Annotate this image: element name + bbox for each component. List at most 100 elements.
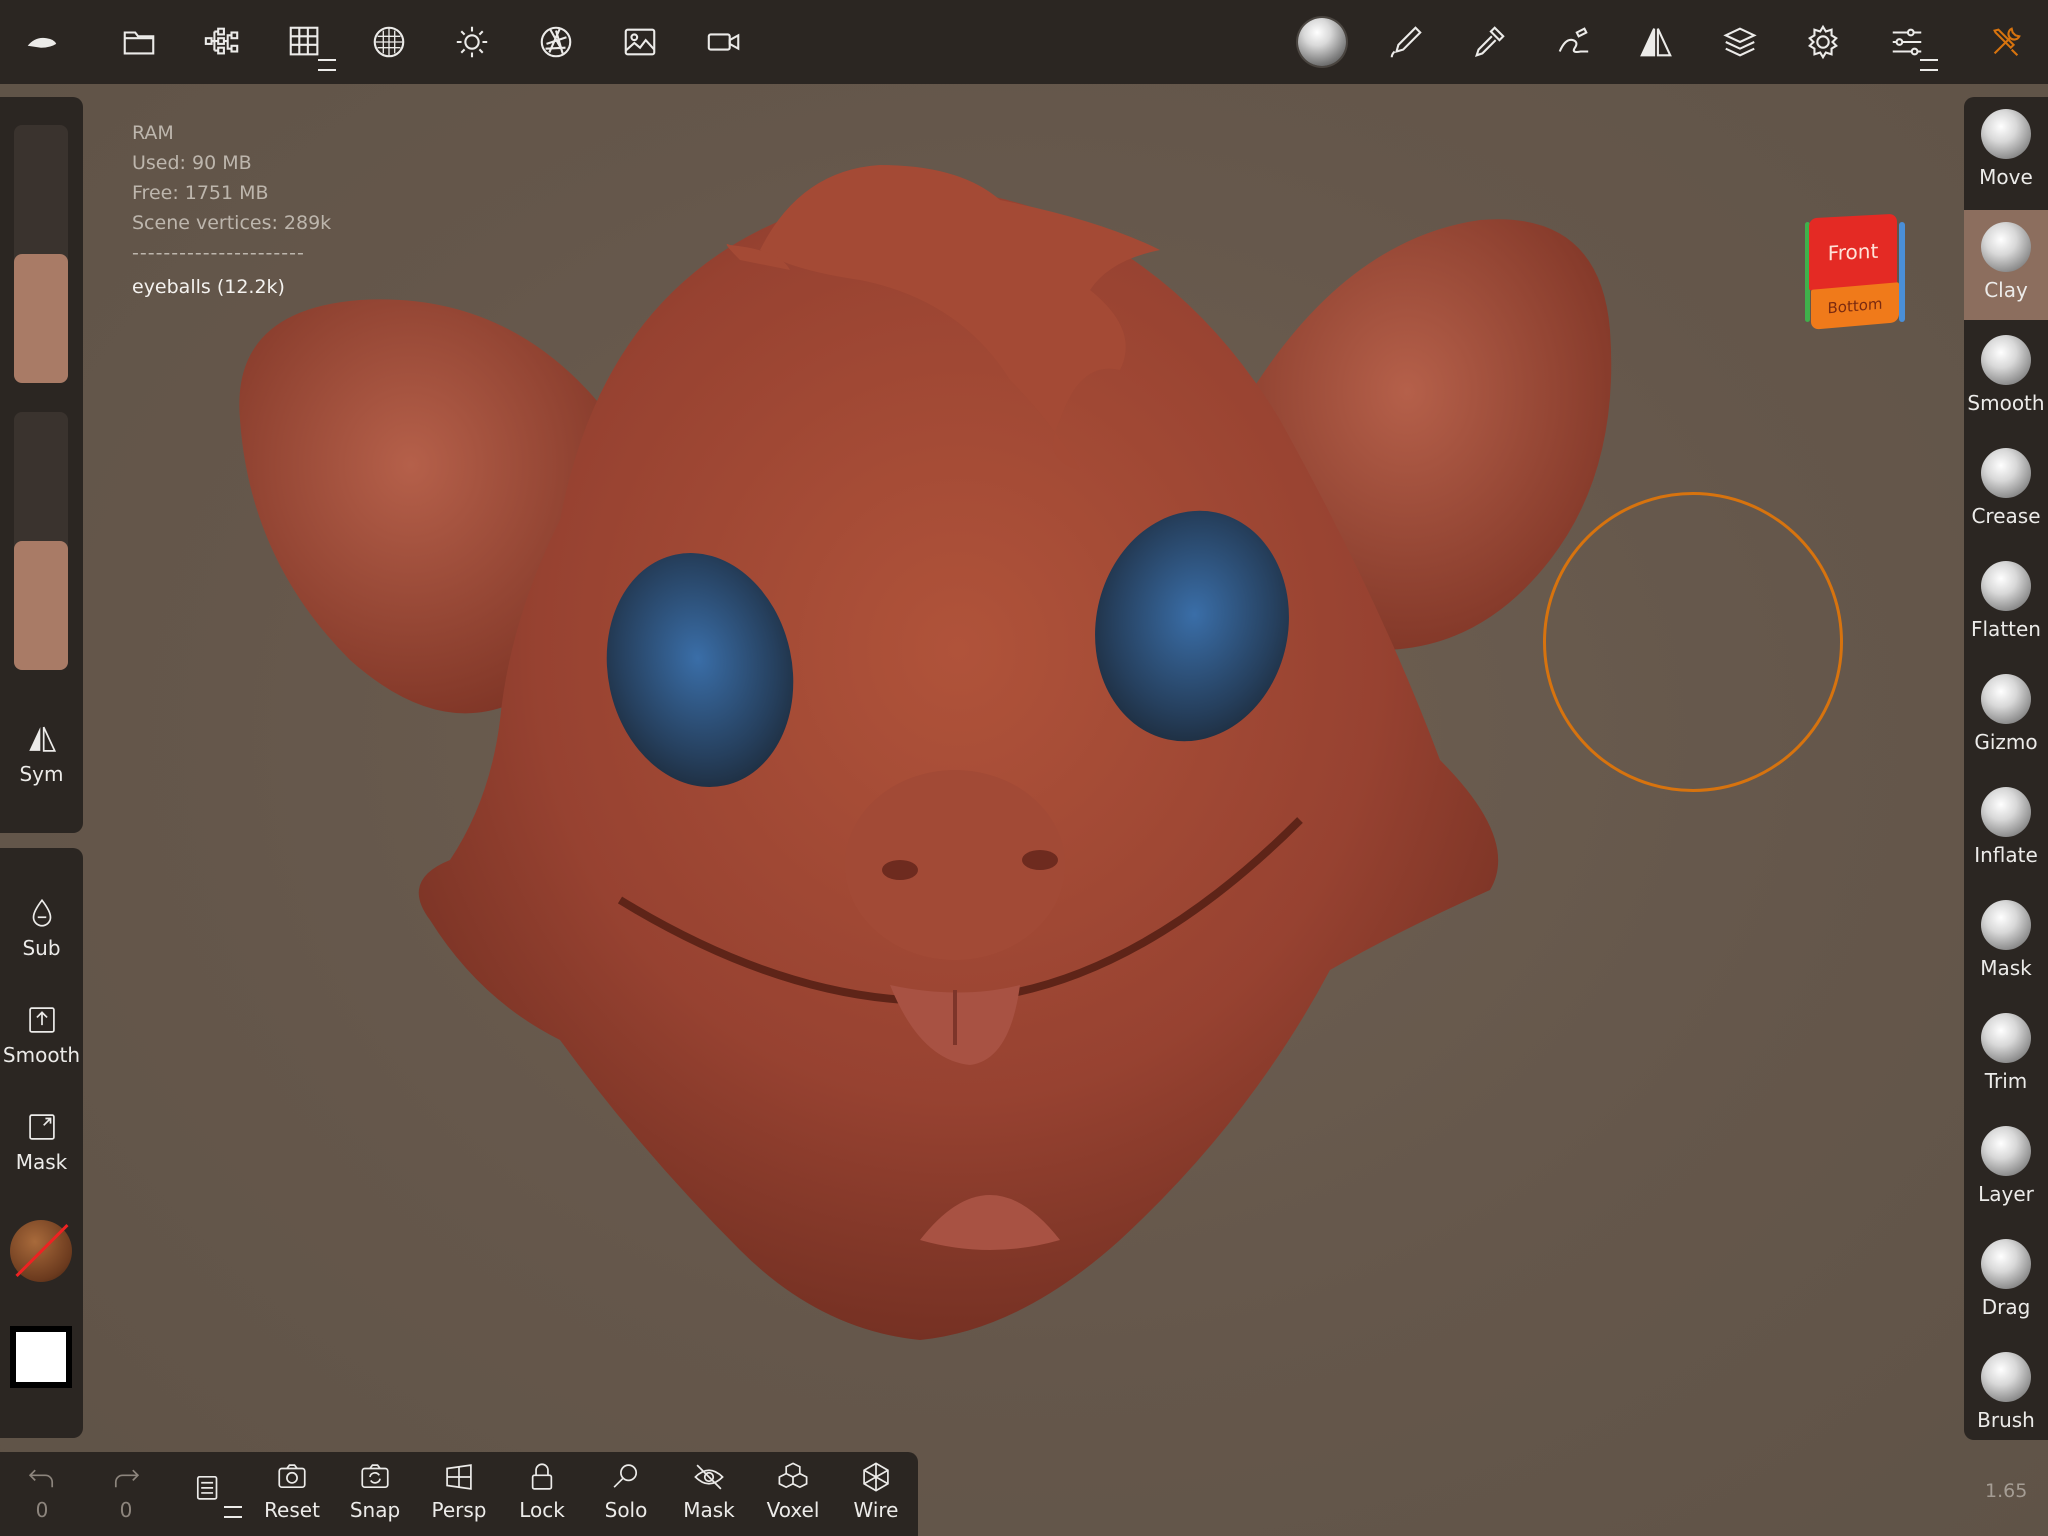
- ram-label: RAM: [132, 122, 174, 144]
- material-color-swatch[interactable]: [10, 1220, 72, 1282]
- sliders-icon[interactable]: [1882, 17, 1938, 71]
- mask-label: Mask: [15, 1150, 68, 1174]
- top-toolbar: [0, 0, 2048, 84]
- symmetry-label: Sym: [19, 762, 64, 786]
- persp-label: Persp: [431, 1498, 487, 1522]
- voxel-label: Voxel: [766, 1498, 820, 1522]
- redo-button[interactable]: 0: [86, 1460, 166, 1522]
- sub-button[interactable]: Sub: [0, 896, 83, 960]
- notes-button[interactable]: [168, 1470, 248, 1518]
- scene-info: RAM Used: 90 MB Free: 1751 MB Scene vert…: [132, 118, 331, 302]
- lock-label: Lock: [519, 1498, 565, 1522]
- matcap-icon[interactable]: [364, 17, 414, 67]
- tool-label: Clay: [1984, 278, 2028, 302]
- trim-tool-icon: [1981, 1013, 2031, 1063]
- folder-icon[interactable]: [114, 17, 164, 67]
- paint-icon[interactable]: [1381, 17, 1431, 67]
- tools-icon[interactable]: [1981, 17, 2031, 67]
- info-separator: ----------------------: [132, 242, 305, 264]
- crease-tool-icon: [1981, 448, 2031, 498]
- tool-label: Crease: [1971, 504, 2041, 528]
- sub-label: Sub: [22, 936, 61, 960]
- logo-icon[interactable]: [16, 17, 66, 67]
- lock-button[interactable]: Lock: [502, 1460, 582, 1522]
- tool-brush[interactable]: Brush: [1964, 1340, 2048, 1440]
- solo-label: Solo: [604, 1498, 648, 1522]
- smooth-icon: [28, 1007, 55, 1033]
- tool-label: Drag: [1981, 1295, 2031, 1319]
- tool-label: Smooth: [1967, 391, 2045, 415]
- grid-icon[interactable]: [280, 17, 336, 71]
- symmetry-button[interactable]: Sym: [0, 722, 83, 786]
- scene-vertices: Scene vertices: 289k: [132, 212, 332, 234]
- tool-drag[interactable]: Drag: [1964, 1227, 2048, 1337]
- redo-count: 0: [119, 1498, 133, 1522]
- solo-button[interactable]: Solo: [586, 1460, 666, 1522]
- ram-used: Used: 90 MB: [132, 152, 252, 174]
- gear-icon[interactable]: [1798, 17, 1848, 67]
- reset-button[interactable]: Reset: [252, 1460, 332, 1522]
- tool-layer[interactable]: Layer: [1964, 1114, 2048, 1224]
- view-cube-bottom[interactable]: Bottom: [1811, 282, 1899, 330]
- image-icon[interactable]: [615, 17, 665, 67]
- camera-reset-icon: [278, 1464, 306, 1489]
- search-icon: [613, 1464, 638, 1488]
- tool-move[interactable]: Move: [1964, 97, 2048, 207]
- aperture-icon[interactable]: [531, 17, 581, 67]
- move-tool-icon: [1981, 109, 2031, 159]
- camera-icon[interactable]: [699, 17, 749, 67]
- tool-label: Move: [1979, 165, 2033, 189]
- mask-button[interactable]: Mask: [0, 1110, 83, 1174]
- left-panel-actions: Sub Smooth Mask: [0, 848, 83, 1438]
- tool-inflate[interactable]: Inflate: [1964, 775, 2048, 885]
- layers-icon[interactable]: [1715, 17, 1765, 67]
- smooth-button[interactable]: Smooth: [0, 1003, 83, 1067]
- eye-off-icon: [694, 1464, 724, 1490]
- tool-mask[interactable]: Mask: [1964, 888, 2048, 998]
- tool-gizmo[interactable]: Gizmo: [1964, 662, 2048, 772]
- intensity-slider[interactable]: [14, 412, 68, 670]
- tool-label: Mask: [1980, 956, 2032, 980]
- droplet-icon: [32, 898, 51, 927]
- inflate-tool-icon: [1981, 787, 2031, 837]
- sun-icon[interactable]: [447, 17, 497, 67]
- tool-trim[interactable]: Trim: [1964, 1001, 2048, 1111]
- material-sphere-icon[interactable]: [1297, 17, 1347, 67]
- tool-label: Layer: [1978, 1182, 2034, 1206]
- drag-tool-icon: [1981, 1239, 2031, 1289]
- notes-icon: [196, 1475, 218, 1500]
- selected-object[interactable]: eyeballs (12.2k): [132, 272, 331, 302]
- brush-tool-icon: [1981, 1352, 2031, 1402]
- tool-clay[interactable]: Clay: [1964, 210, 2048, 320]
- perspective-icon: [446, 1464, 472, 1490]
- smooth-tool-icon: [1981, 335, 2031, 385]
- smooth-label: Smooth: [2, 1043, 81, 1067]
- stroke-icon[interactable]: [1548, 17, 1598, 67]
- mask-visibility-button[interactable]: Mask: [669, 1460, 749, 1522]
- primary-color-swatch[interactable]: [10, 1326, 72, 1388]
- voxel-button[interactable]: Voxel: [753, 1460, 833, 1522]
- tool-flatten[interactable]: Flatten: [1964, 549, 2048, 659]
- undo-button[interactable]: 0: [2, 1460, 82, 1522]
- lock-icon: [531, 1463, 553, 1490]
- mask-tool-icon: [1981, 900, 2031, 950]
- view-cube-right-face[interactable]: [1899, 222, 1905, 322]
- tool-label: Brush: [1977, 1408, 2035, 1432]
- scene-tree-icon[interactable]: [197, 17, 247, 67]
- symmetry-icon[interactable]: [1631, 17, 1681, 67]
- tool-label: Flatten: [1971, 617, 2041, 641]
- tool-crease[interactable]: Crease: [1964, 436, 2048, 546]
- tool-smooth[interactable]: Smooth: [1964, 323, 2048, 433]
- snap-label: Snap: [349, 1498, 401, 1522]
- reset-label: Reset: [264, 1498, 320, 1522]
- view-cube-front[interactable]: Front: [1809, 213, 1897, 291]
- intensity-slider-fill: [14, 541, 68, 670]
- wireframe-icon: [863, 1462, 889, 1492]
- view-cube[interactable]: Front Bottom: [1805, 213, 1905, 331]
- wire-button[interactable]: Wire: [836, 1460, 916, 1522]
- radius-slider[interactable]: [14, 125, 68, 383]
- picker-icon[interactable]: [1464, 17, 1514, 67]
- persp-button[interactable]: Persp: [419, 1460, 499, 1522]
- snap-button[interactable]: Snap: [335, 1460, 415, 1522]
- undo-icon: [28, 1469, 54, 1488]
